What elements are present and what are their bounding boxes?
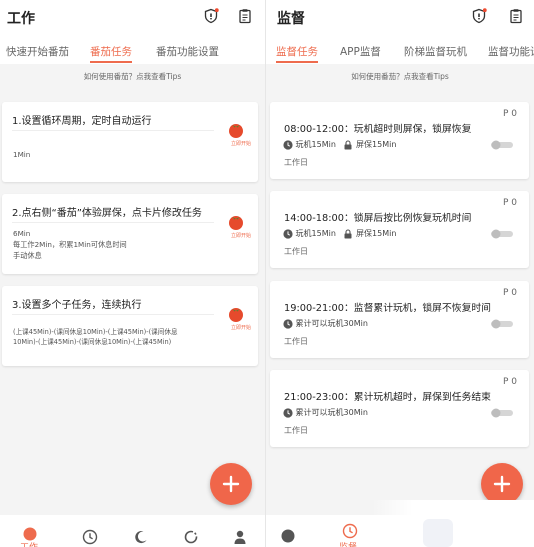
work-header: 工作 快速开始番茄 番茄任务 番茄功能设置	[0, 0, 265, 64]
supervise-rule-card[interactable]: P 0 21:00-23:00：累计玩机超时，屏保到任务结束 累计可以玩机30M…	[270, 370, 529, 447]
clock-icon	[283, 407, 293, 418]
weekday-label: 工作日	[284, 426, 308, 435]
tab-tomato-tasks[interactable]: 番茄任务	[90, 44, 132, 59]
plus-icon	[222, 475, 240, 493]
tomato-icon[interactable]	[22, 525, 38, 541]
tips-link[interactable]: 如何使用番茄？点我查看Tips	[266, 71, 534, 82]
task-detail: (上课45Min)-(课间休息10Min)-(上课45Min)-(课间休息	[13, 328, 178, 336]
rule-toggle[interactable]	[490, 319, 514, 329]
work-screen: 工作 快速开始番茄 番茄任务 番茄功能设置 如何使用番茄？点我查看Tips 1.…	[0, 0, 265, 547]
task-detail: 手动休息	[13, 251, 42, 260]
tips-link[interactable]: 如何使用番茄？点我查看Tips	[0, 71, 265, 82]
nav-label-work[interactable]: 工作	[20, 540, 38, 547]
task-card[interactable]: 3.设置多个子任务，连续执行 (上课45Min)-(课间休息10Min)-(上课…	[2, 286, 258, 366]
rule-toggle[interactable]	[490, 229, 514, 239]
cumulative-limit: 累计可以玩机30Min	[295, 319, 368, 328]
priority-label: P 0	[502, 109, 517, 119]
screensaver-duration: 屏保15Min	[356, 229, 397, 238]
weekday-label: 工作日	[284, 158, 308, 167]
active-tab-underline	[276, 61, 318, 63]
rule-title: 08:00-12:00：玩机超时则屏保，锁屏恢复	[284, 124, 472, 135]
task-title: 2.点右侧“番茄”体验屏保，点卡片修改任务	[12, 208, 202, 219]
task-detail: 每工作2Min，积累1Min可休息时间	[13, 240, 127, 249]
task-card[interactable]: 2.点右侧“番茄”体验屏保，点卡片修改任务 6Min 每工作2Min，积累1Mi…	[2, 194, 258, 274]
tab-quick-start[interactable]: 快速开始番茄	[6, 44, 69, 59]
screensaver-duration: 屏保15Min	[356, 140, 397, 149]
active-tab-underline	[90, 61, 132, 63]
clock-icon	[283, 228, 293, 239]
refresh-ring-icon[interactable]	[183, 529, 199, 545]
lock-icon	[344, 228, 352, 238]
rule-title: 19:00-21:00：监督累计玩机，锁屏不恢复时间	[284, 303, 491, 314]
tomato-icon[interactable]	[227, 305, 245, 323]
tomato-icon[interactable]	[227, 213, 245, 231]
user-icon[interactable]	[232, 529, 248, 545]
tab-ladder-supervise[interactable]: 阶梯监督玩机	[404, 44, 467, 59]
clipboard-icon[interactable]	[237, 8, 253, 24]
tomato-icon[interactable]	[227, 121, 245, 139]
start-now-label[interactable]: 立即开始	[231, 140, 251, 147]
tab-tomato-settings[interactable]: 番茄功能设置	[156, 44, 219, 59]
bottom-fade-overlay	[372, 500, 534, 547]
play-limit: 玩机15Min	[295, 229, 336, 238]
supervise-tabs: 监督任务 APP监督 阶梯监督玩机 监督功能设	[266, 40, 534, 64]
page-title: 工作	[7, 11, 35, 27]
task-duration: 1Min	[13, 150, 31, 159]
rule-toggle[interactable]	[490, 140, 514, 150]
rule-meta: 累计可以玩机30Min	[283, 318, 368, 330]
clock-icon[interactable]	[342, 523, 358, 539]
clock-icon[interactable]	[82, 529, 98, 545]
task-title: 1.设置循环周期，定时自动运行	[12, 116, 152, 127]
shield-badge-icon[interactable]	[203, 8, 219, 24]
rule-meta: 玩机15Min 屏保15Min	[283, 228, 396, 240]
supervise-header: 监督 监督任务 APP监督 阶梯监督玩机 监督功能设	[266, 0, 534, 64]
priority-label: P 0	[502, 288, 517, 298]
start-now-label[interactable]: 立即开始	[231, 324, 251, 331]
cumulative-limit: 累计可以玩机30Min	[295, 408, 368, 417]
supervise-rule-card[interactable]: P 0 14:00-18:00：锁屏后按比例恢复玩机时间 玩机15Min 屏保1…	[270, 191, 529, 268]
tab-supervise-settings[interactable]: 监督功能设	[488, 44, 534, 59]
weekday-label: 工作日	[284, 247, 308, 256]
start-now-label[interactable]: 立即开始	[231, 232, 251, 239]
task-detail: 10Min)-(上课45Min)-(课间休息10Min)-(上课45Min)	[13, 338, 172, 346]
clock-icon	[283, 139, 293, 150]
divider	[12, 130, 214, 131]
shield-badge-icon[interactable]	[471, 8, 487, 24]
task-card[interactable]: 1.设置循环周期，定时自动运行 1Min 立即开始	[2, 102, 258, 182]
supervise-screen: 监督 监督任务 APP监督 阶梯监督玩机 监督功能设 如何使用番茄？点我查看Ti…	[266, 0, 534, 547]
page-title: 监督	[277, 11, 305, 27]
bottom-nav	[0, 515, 265, 547]
task-title: 3.设置多个子任务，连续执行	[12, 300, 142, 311]
supervise-rule-card[interactable]: P 0 19:00-21:00：监督累计玩机，锁屏不恢复时间 累计可以玩机30M…	[270, 281, 529, 358]
app-screens: 工作 快速开始番茄 番茄任务 番茄功能设置 如何使用番茄？点我查看Tips 1.…	[0, 0, 534, 547]
rule-toggle[interactable]	[490, 408, 514, 418]
divider	[12, 314, 214, 315]
add-task-button[interactable]	[210, 463, 252, 505]
clock-icon	[283, 318, 293, 329]
nav-label-supervise[interactable]: 监督	[339, 540, 357, 547]
add-rule-button[interactable]	[481, 463, 523, 505]
supervise-rule-card[interactable]: P 0 08:00-12:00：玩机超时则屏保，锁屏恢复 玩机15Min 屏保1…	[270, 102, 529, 179]
tab-supervise-tasks[interactable]: 监督任务	[276, 44, 318, 59]
clipboard-icon[interactable]	[508, 8, 524, 24]
weekday-label: 工作日	[284, 337, 308, 346]
rule-meta: 玩机15Min 屏保15Min	[283, 139, 396, 151]
work-tabs: 快速开始番茄 番茄任务 番茄功能设置	[0, 40, 265, 64]
plus-icon	[493, 475, 511, 493]
watermark-logo	[423, 519, 453, 547]
priority-label: P 0	[502, 198, 517, 208]
play-limit: 玩机15Min	[295, 140, 336, 149]
rule-title: 21:00-23:00：累计玩机超时，屏保到任务结束	[284, 392, 491, 403]
priority-label: P 0	[502, 377, 517, 387]
lock-icon	[344, 139, 352, 149]
moon-icon[interactable]	[133, 529, 149, 545]
task-duration: 6Min	[13, 229, 31, 238]
tomato-icon[interactable]	[280, 527, 296, 543]
rule-meta: 累计可以玩机30Min	[283, 407, 368, 419]
rule-title: 14:00-18:00：锁屏后按比例恢复玩机时间	[284, 213, 472, 224]
tab-app-supervise[interactable]: APP监督	[340, 44, 381, 59]
divider	[12, 222, 214, 223]
